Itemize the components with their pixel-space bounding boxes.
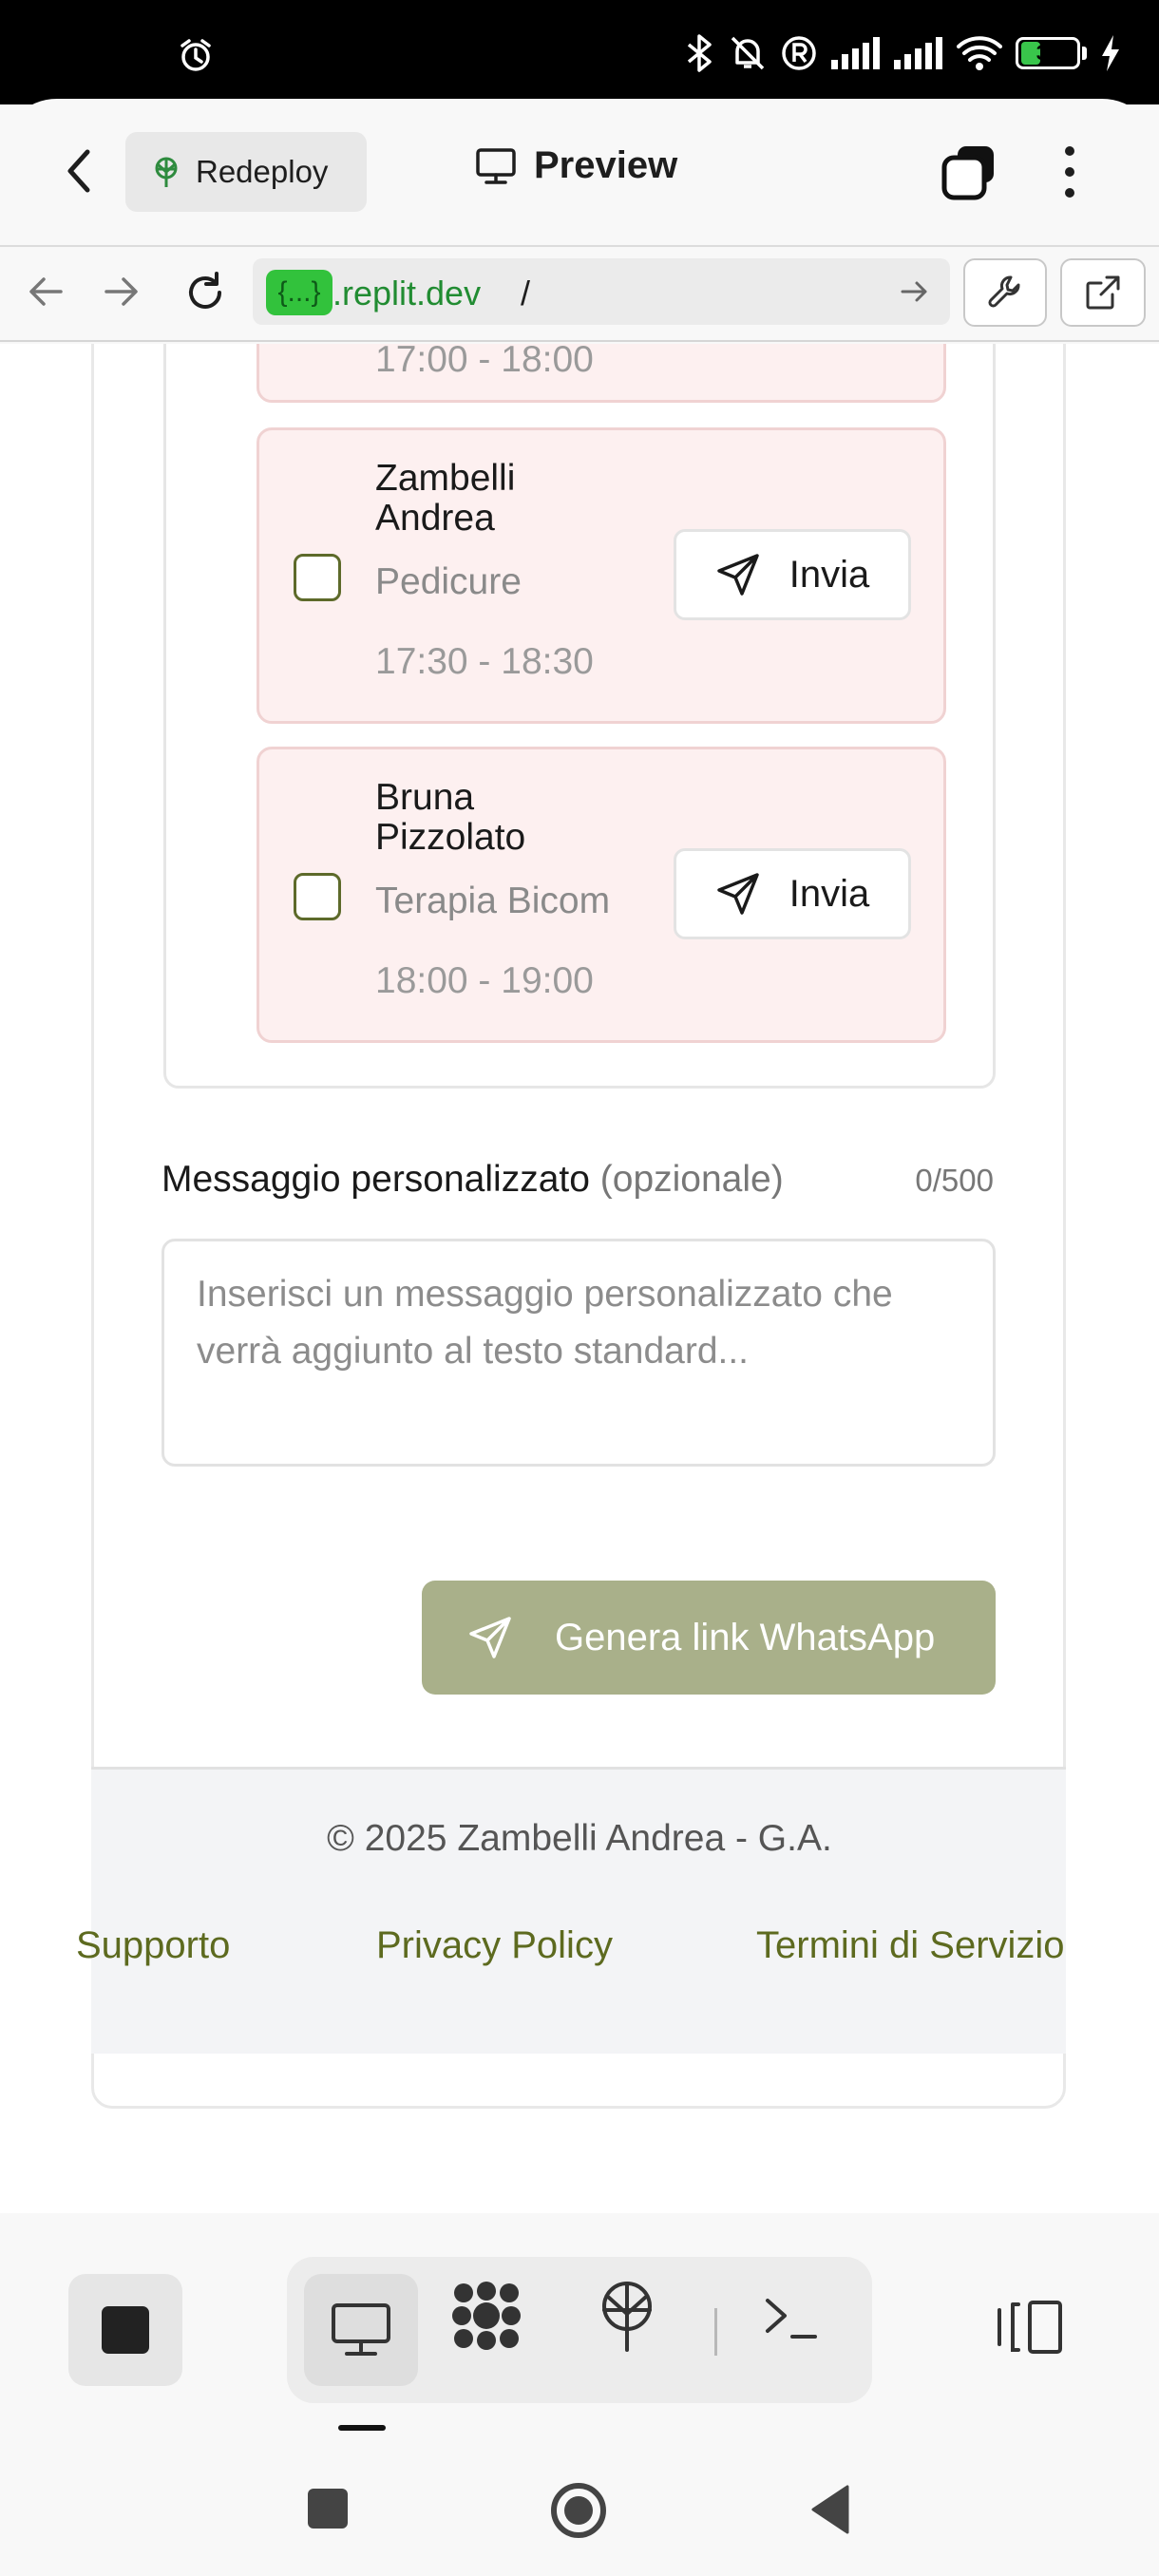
deploy-icon bbox=[155, 157, 178, 187]
agent-icon bbox=[452, 2282, 521, 2350]
bluetooth-icon bbox=[687, 34, 712, 72]
stop-button[interactable] bbox=[68, 2274, 182, 2386]
url-path: / bbox=[521, 274, 531, 313]
send-button[interactable]: Invia bbox=[674, 848, 911, 939]
registered-icon bbox=[782, 36, 816, 70]
wifi-icon bbox=[957, 36, 1002, 70]
home-icon bbox=[551, 2483, 606, 2538]
arrow-right-icon bbox=[901, 281, 927, 302]
wrench-icon bbox=[988, 275, 1020, 308]
appointment-time: 17:30 - 18:30 bbox=[375, 641, 594, 682]
appointment-card: Bruna Pizzolato Terapia Bicom 18:00 - 19… bbox=[256, 747, 946, 1043]
back-button[interactable] bbox=[55, 142, 103, 199]
generate-label: Genera link WhatsApp bbox=[555, 1616, 936, 1658]
send-label: Invia bbox=[788, 872, 870, 915]
open-external-button[interactable] bbox=[1060, 258, 1146, 327]
battery-icon: 33 bbox=[1016, 37, 1080, 69]
more-options-button[interactable] bbox=[1053, 142, 1087, 201]
appointment-service: Terapia Bicom bbox=[375, 881, 611, 921]
footer bbox=[91, 1767, 1066, 2054]
redeploy-label: Redeploy bbox=[196, 154, 329, 189]
deploy-icon bbox=[602, 2282, 652, 2352]
status-icons: 33 bbox=[683, 34, 1121, 72]
tool-divider bbox=[714, 2308, 717, 2356]
message-label-text: Messaggio personalizzato bbox=[162, 1159, 590, 1200]
appointment-time: 18:00 - 19:00 bbox=[375, 960, 594, 1001]
preview-title: Preview bbox=[475, 144, 677, 187]
tabs-icon bbox=[941, 146, 994, 200]
appointment-client-name: Bruna Pizzolato bbox=[375, 777, 526, 858]
split-view-button[interactable] bbox=[996, 2299, 1064, 2356]
send-icon bbox=[469, 1617, 511, 1658]
send-icon bbox=[717, 554, 759, 596]
reload-button[interactable] bbox=[182, 270, 228, 315]
send-label: Invia bbox=[788, 553, 870, 596]
message-optional-hint: (opzionale) bbox=[599, 1159, 784, 1200]
appointment-card: Zambelli Andrea Pedicure 17:30 - 18:30 I… bbox=[256, 427, 946, 724]
message-label: Messaggio personalizzato (opzionale) bbox=[162, 1159, 784, 1201]
copyright-text: © 2025 Zambelli Andrea - G.A. bbox=[327, 1818, 832, 1859]
arrow-left-icon bbox=[29, 277, 63, 306]
alarm-icon bbox=[179, 38, 213, 72]
back-triangle-icon bbox=[811, 2485, 849, 2534]
external-link-icon bbox=[1086, 275, 1120, 310]
stop-icon bbox=[102, 2306, 149, 2354]
tabs-button[interactable] bbox=[940, 142, 999, 201]
url-domain: .replit.dev bbox=[332, 274, 482, 313]
preview-label: Preview bbox=[534, 144, 678, 186]
character-counter: 0/500 bbox=[915, 1163, 994, 1198]
charging-icon bbox=[1102, 35, 1119, 71]
browser-back-button[interactable] bbox=[25, 273, 66, 311]
footer-link-support[interactable]: Supporto bbox=[76, 1924, 230, 1967]
appointment-checkbox[interactable] bbox=[294, 873, 341, 920]
battery-level: 33 bbox=[1036, 41, 1060, 65]
arrow-right-icon bbox=[104, 277, 138, 306]
footer-link-terms[interactable]: Termini di Servizio bbox=[756, 1924, 1065, 1967]
battery-cap bbox=[1082, 47, 1087, 60]
status-time: 17:12 bbox=[63, 34, 165, 76]
custom-message-textarea[interactable]: Inserisci un messaggio personalizzato ch… bbox=[162, 1239, 996, 1467]
generate-whatsapp-link-button[interactable]: Genera link WhatsApp bbox=[422, 1581, 996, 1695]
mute-icon bbox=[731, 36, 765, 70]
appointment-service: Pedicure bbox=[375, 561, 522, 602]
status-more-icon: ··· bbox=[234, 28, 272, 70]
shell-tab[interactable] bbox=[764, 2297, 819, 2340]
reload-icon bbox=[189, 272, 221, 309]
preview-icon bbox=[332, 2303, 390, 2356]
recents-button[interactable] bbox=[308, 2489, 348, 2529]
signal-icon bbox=[831, 37, 880, 69]
url-go-button[interactable] bbox=[899, 277, 931, 306]
url-badge: {...} bbox=[266, 270, 332, 315]
signal-icon-2 bbox=[894, 37, 942, 69]
appointment-card: 17:00 - 18:00 bbox=[256, 344, 946, 403]
appointment-checkbox[interactable] bbox=[294, 554, 341, 601]
deploy-tab[interactable] bbox=[598, 2280, 656, 2352]
footer-link-privacy[interactable]: Privacy Policy bbox=[376, 1924, 613, 1967]
split-view-icon bbox=[998, 2301, 1062, 2354]
shell-icon bbox=[766, 2299, 817, 2339]
send-button[interactable]: Invia bbox=[674, 529, 911, 620]
send-icon bbox=[717, 873, 759, 915]
agent-tab[interactable] bbox=[450, 2280, 522, 2352]
active-tab-indicator bbox=[338, 2425, 386, 2431]
vertical-dots-icon bbox=[1065, 146, 1074, 198]
home-button[interactable] bbox=[549, 2481, 608, 2540]
devtools-button[interactable] bbox=[963, 258, 1047, 327]
appointment-client-name: Zambelli Andrea bbox=[375, 458, 516, 539]
appointment-time: 17:00 - 18:00 bbox=[375, 344, 594, 380]
preview-tab[interactable] bbox=[304, 2274, 418, 2386]
redeploy-button[interactable]: Redeploy bbox=[125, 132, 367, 212]
browser-forward-button[interactable] bbox=[101, 273, 142, 311]
system-back-button[interactable] bbox=[809, 2483, 851, 2536]
monitor-icon bbox=[476, 147, 516, 184]
